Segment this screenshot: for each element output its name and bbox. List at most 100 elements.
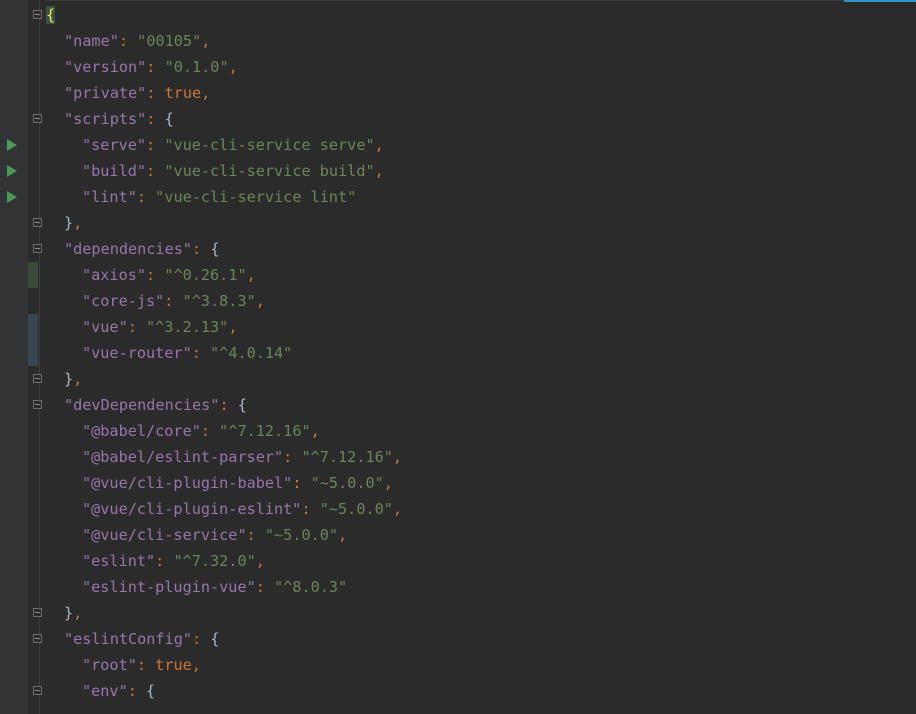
json-string-value: "~5.0.0" — [310, 474, 384, 492]
json-boolean-value: true — [155, 656, 192, 674]
code-line[interactable]: "scripts": { — [46, 106, 174, 132]
code-line[interactable]: }, — [46, 600, 82, 626]
json-key: "env" — [82, 682, 128, 700]
json-string-value: "00105" — [137, 32, 202, 50]
code-line[interactable]: "vue": "^3.2.13", — [46, 314, 237, 340]
fold-marker-icon[interactable] — [33, 114, 42, 123]
code-line[interactable]: "core-js": "^3.8.3", — [46, 288, 265, 314]
json-key: "eslint-plugin-vue" — [82, 578, 256, 596]
code-line[interactable]: "@babel/core": "^7.12.16", — [46, 418, 320, 444]
code-line[interactable]: "version": "0.1.0", — [46, 54, 238, 80]
fold-marker-icon[interactable] — [33, 244, 42, 253]
json-key: "dependencies" — [64, 240, 193, 258]
code-line[interactable]: "dependencies": { — [46, 236, 219, 262]
code-line[interactable]: "private": true, — [46, 80, 210, 106]
json-string-value: "vue-cli-service lint" — [155, 188, 357, 206]
json-string-value: "vue-cli-service serve" — [164, 136, 375, 154]
open-brace: { — [146, 682, 156, 700]
code-line[interactable]: "axios": "^0.26.1", — [46, 262, 256, 288]
code-line[interactable]: "env": { — [46, 678, 155, 704]
json-string-value: "^0.26.1" — [164, 266, 247, 284]
run-script-icon[interactable] — [7, 165, 17, 177]
scroll-position-indicator — [844, 0, 916, 2]
code-line[interactable]: "root": true, — [46, 652, 201, 678]
matched-brace: { — [46, 6, 56, 24]
json-string-value: "^7.12.16" — [301, 448, 393, 466]
comma: , — [201, 84, 211, 102]
close-brace: } — [64, 370, 74, 388]
code-line[interactable]: "@babel/eslint-parser": "^7.12.16", — [46, 444, 402, 470]
json-key: "private" — [64, 84, 147, 102]
indent-guide — [39, 0, 40, 714]
code-line[interactable]: }, — [46, 366, 82, 392]
comma: , — [374, 162, 384, 180]
code-line[interactable]: "eslint": "^7.32.0", — [46, 548, 265, 574]
close-brace: } — [64, 604, 74, 622]
json-key: "@babel/eslint-parser" — [82, 448, 284, 466]
json-string-value: "0.1.0" — [164, 58, 229, 76]
code-line[interactable]: "@vue/cli-service": "~5.0.0", — [46, 522, 347, 548]
json-key: "name" — [64, 32, 119, 50]
open-brace: { — [237, 396, 247, 414]
comma: , — [73, 604, 83, 622]
json-key: "scripts" — [64, 110, 147, 128]
json-string-value: "^4.0.14" — [210, 344, 293, 362]
json-string-value: "^7.12.16" — [219, 422, 311, 440]
run-script-icon[interactable] — [7, 191, 17, 203]
comma: , — [191, 656, 201, 674]
fold-marker-icon[interactable] — [33, 634, 42, 643]
code-line[interactable]: "lint": "vue-cli-service lint" — [46, 184, 356, 210]
code-line[interactable]: "build": "vue-cli-service build", — [46, 158, 384, 184]
json-key: "@babel/core" — [82, 422, 201, 440]
code-line[interactable]: "devDependencies": { — [46, 392, 247, 418]
open-brace: { — [164, 110, 174, 128]
comma: , — [392, 448, 403, 466]
code-line[interactable]: "name": "00105", — [46, 28, 210, 54]
comma: , — [228, 318, 238, 336]
fold-marker-icon[interactable] — [33, 218, 42, 227]
code-line[interactable]: "@vue/cli-plugin-babel": "~5.0.0", — [46, 470, 393, 496]
code-editor[interactable]: { "name": "00105", "version": "0.1.0", "… — [0, 0, 916, 714]
json-string-value: "~5.0.0" — [319, 500, 393, 518]
json-key: "eslint" — [82, 552, 156, 570]
comma: , — [392, 500, 403, 518]
json-string-value: "^8.0.3" — [274, 578, 348, 596]
comma: , — [310, 422, 320, 440]
top-border — [46, 0, 916, 1]
vcs-modified-marker[interactable] — [28, 262, 38, 288]
json-key: "vue-router" — [82, 344, 192, 362]
json-key: "eslintConfig" — [64, 630, 193, 648]
json-string-value: "^3.8.3" — [182, 292, 256, 310]
code-line[interactable]: { — [46, 2, 56, 28]
line-gutter — [0, 0, 28, 714]
json-key: "core-js" — [82, 292, 165, 310]
fold-marker-icon[interactable] — [33, 400, 42, 409]
comma: , — [255, 292, 265, 310]
code-line[interactable]: }, — [46, 210, 82, 236]
fold-marker-icon[interactable] — [33, 10, 42, 19]
vcs-added-marker[interactable] — [28, 314, 38, 366]
comma: , — [383, 474, 393, 492]
json-string-value: "~5.0.0" — [264, 526, 339, 544]
json-key: "version" — [64, 58, 147, 76]
comma: , — [228, 58, 238, 76]
json-key: "@vue/cli-plugin-babel" — [82, 474, 293, 492]
comma: , — [201, 32, 211, 50]
code-line[interactable]: "@vue/cli-plugin-eslint": "~5.0.0", — [46, 496, 402, 522]
code-line[interactable]: "eslint-plugin-vue": "^8.0.3" — [46, 574, 347, 600]
fold-marker-icon[interactable] — [33, 686, 42, 695]
run-script-icon[interactable] — [7, 139, 17, 151]
code-line[interactable]: "eslintConfig": { — [46, 626, 219, 652]
json-key: "axios" — [82, 266, 147, 284]
comma: , — [73, 214, 83, 232]
json-key: "@vue/cli-plugin-eslint" — [82, 500, 302, 518]
open-brace: { — [210, 240, 220, 258]
fold-marker-icon[interactable] — [33, 608, 42, 617]
fold-marker-icon[interactable] — [33, 374, 42, 383]
close-brace: } — [64, 214, 74, 232]
json-key: "build" — [82, 162, 147, 180]
json-key: "serve" — [82, 136, 147, 154]
comma: , — [338, 526, 348, 544]
code-line[interactable]: "serve": "vue-cli-service serve", — [46, 132, 384, 158]
code-line[interactable]: "vue-router": "^4.0.14" — [46, 340, 292, 366]
